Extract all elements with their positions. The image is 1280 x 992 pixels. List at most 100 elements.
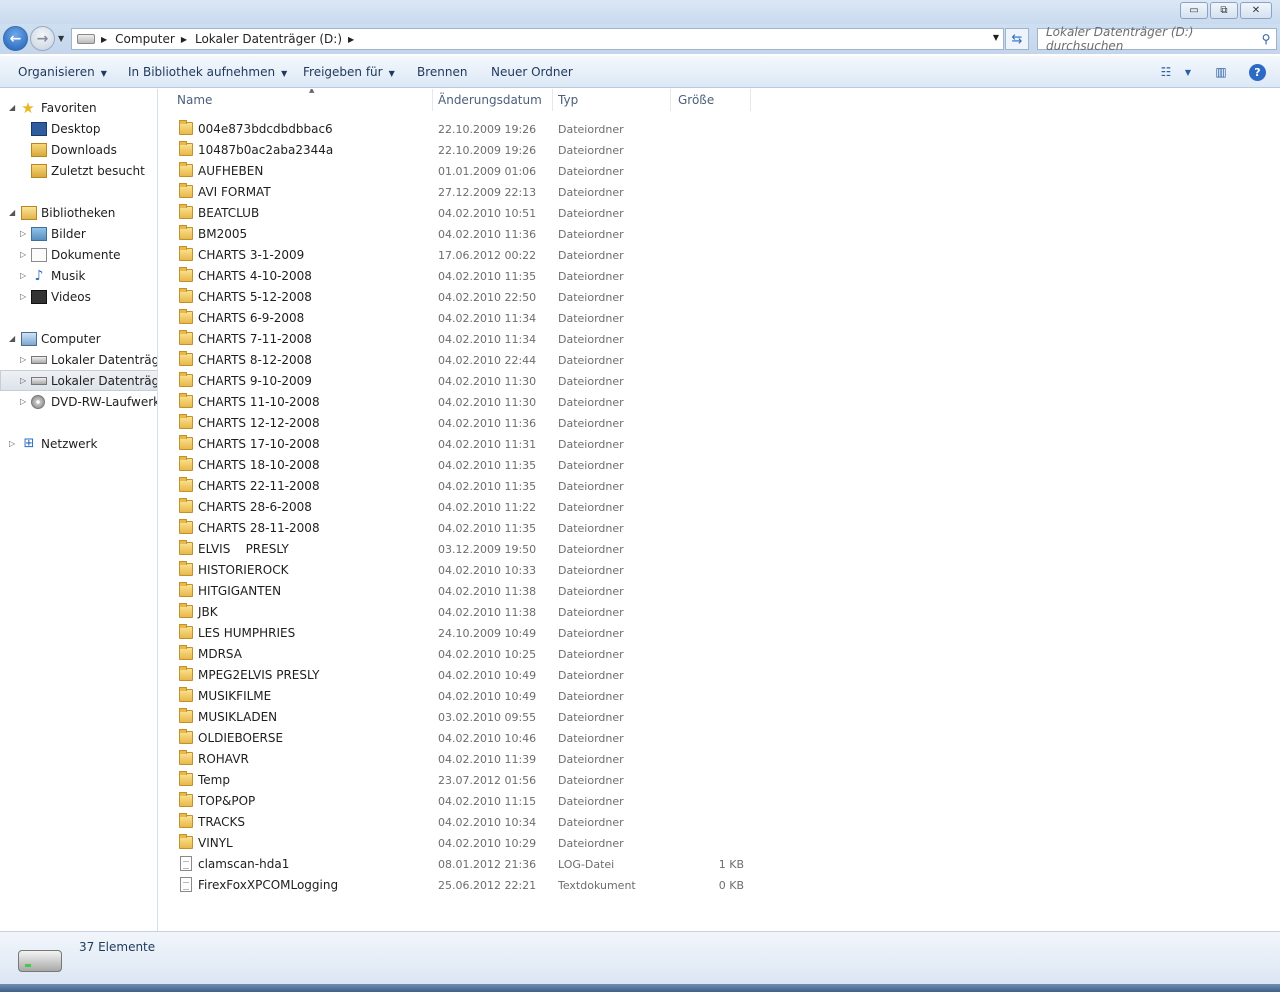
folder-row[interactable]: CHARTS 22-11-2008 04.02.2010 11:35 Dateior… xyxy=(174,476,754,497)
preview-pane-icon[interactable]: ▥ xyxy=(1211,63,1231,81)
folder-row[interactable]: ROHAVR 04.02.2010 11:39 Dateiordner xyxy=(174,749,754,770)
maximize-button[interactable]: ⧉ xyxy=(1210,2,1238,19)
folder-row[interactable]: CHARTS 28-6-2008 04.02.2010 11:22 Dateiord… xyxy=(174,497,754,518)
folder-row[interactable]: OLDIEBOERSE 04.02.2010 10:46 Dateiordner xyxy=(174,728,754,749)
expand-icon[interactable]: ▷ xyxy=(20,355,26,364)
sidebar-item-dvd-drive[interactable]: ▷ DVD-RW-Laufwerk ( xyxy=(0,391,157,412)
help-icon[interactable]: ? xyxy=(1249,64,1266,81)
sidebar-item-label: Videos xyxy=(51,289,91,304)
new-folder-button[interactable]: Neuer Ordner xyxy=(491,65,573,79)
folder-row[interactable]: CHARTS 18-10-2008 04.02.2010 11:35 Dateior… xyxy=(174,455,754,476)
folder-row[interactable]: CHARTS 5-12-2008 04.02.2010 22:50 Dateiord… xyxy=(174,287,754,308)
folder-row[interactable]: BEATCLUB 04.02.2010 10:51 Dateiordner xyxy=(174,203,754,224)
folder-row[interactable]: CHARTS 7-11-2008 04.02.2010 11:34 Dateiord… xyxy=(174,329,754,350)
breadcrumb-drive-d[interactable]: Lokaler Datenträger (D:) xyxy=(195,32,342,46)
expand-icon[interactable]: ▷ xyxy=(20,271,26,280)
folder-row[interactable]: CHARTS 8-12-2008 04.02.2010 22:44 Dateiord… xyxy=(174,350,754,371)
folder-row[interactable]: JBK 04.02.2010 11:38 Dateiordner xyxy=(174,602,754,623)
file-name: 004e873bdcdbdbbac6 xyxy=(198,122,333,136)
back-button[interactable]: ← xyxy=(3,26,28,51)
folder-row[interactable]: Temp 23.07.2012 01:56 Dateiordner xyxy=(174,770,754,791)
expand-icon[interactable]: ▷ xyxy=(20,229,26,238)
column-header-name[interactable]: ▲ Name xyxy=(171,89,433,111)
expand-icon[interactable]: ▷ xyxy=(20,292,26,301)
column-header-size[interactable]: Größe xyxy=(671,89,751,111)
folder-row[interactable]: TRACKS 04.02.2010 10:34 Dateiordner xyxy=(174,812,754,833)
sidebar-item-downloads[interactable]: Downloads xyxy=(0,139,157,160)
sidebar-item-recent[interactable]: Zuletzt besucht xyxy=(0,160,157,181)
sidebar-item-computer[interactable]: ◢ Computer xyxy=(0,328,157,349)
chevron-right-icon[interactable]: ▶ xyxy=(181,35,187,44)
folder-row[interactable]: ELVIS PRESLY 03.12.2009 19:50 Dateiordner xyxy=(174,539,754,560)
breadcrumb-computer[interactable]: Computer xyxy=(115,32,175,46)
file-date: 04.02.2010 11:35 xyxy=(438,480,537,493)
folder-row[interactable]: VINYL 04.02.2010 10:29 Dateiordner xyxy=(174,833,754,854)
chevron-right-icon[interactable]: ▶ xyxy=(348,35,354,44)
sidebar-item-documents[interactable]: ▷ Dokumente xyxy=(0,244,157,265)
folder-row[interactable]: CHARTS 4-10-2008 04.02.2010 11:35 Dateiord… xyxy=(174,266,754,287)
file-name: MPEG2ELVIS PRESLY xyxy=(198,668,320,682)
sidebar-item-videos[interactable]: ▷ Videos xyxy=(0,286,157,307)
close-button[interactable]: ✕ xyxy=(1240,2,1272,19)
sidebar-item-local-disk-d[interactable]: ▷ Lokaler Datenträger xyxy=(0,370,157,391)
expand-icon[interactable]: ◢ xyxy=(9,334,15,343)
folder-row[interactable]: AVI FORMAT 27.12.2009 22:13 Dateiordner xyxy=(174,182,754,203)
folder-row[interactable]: CHARTS 17-10-2008 04.02.2010 11:31 Dateior… xyxy=(174,434,754,455)
sidebar-item-music[interactable]: ▷ ♪ Musik xyxy=(0,265,157,286)
address-bar[interactable]: ▶ Computer ▶ Lokaler Datenträger (D:) ▶ … xyxy=(71,28,1004,50)
forward-button[interactable]: → xyxy=(30,26,55,51)
folder-row[interactable]: CHARTS 28-11-2008 04.02.2010 11:35 Dateior… xyxy=(174,518,754,539)
expand-icon[interactable]: ▷ xyxy=(20,250,26,259)
folder-row[interactable]: CHARTS 6-9-2008 04.02.2010 11:34 Dateiordn… xyxy=(174,308,754,329)
column-header-date[interactable]: Änderungsdatum xyxy=(433,89,553,111)
folder-row[interactable]: MUSIKFILME 04.02.2010 10:49 Dateiordner xyxy=(174,686,754,707)
expand-icon[interactable]: ▷ xyxy=(20,397,26,406)
search-box[interactable]: Lokaler Datenträger (D:) durchsuchen ⚲ xyxy=(1037,25,1277,53)
folder-row[interactable]: TOP&POP 04.02.2010 11:15 Dateiordner xyxy=(174,791,754,812)
expand-icon[interactable]: ▷ xyxy=(9,439,15,448)
file-row[interactable]: clamscan-hda1 08.01.2012 21:36 LOG-Datei 1 … xyxy=(174,854,754,875)
sidebar-item-libraries[interactable]: ◢ Bibliotheken xyxy=(0,202,157,223)
column-header-type[interactable]: Typ xyxy=(553,89,671,111)
share-with-button[interactable]: Freigeben für ▼ xyxy=(303,65,395,79)
file-row[interactable]: FirexFoxXPCOMLogging 25.06.2012 22:21 Text… xyxy=(174,875,754,896)
file-type: Dateiordner xyxy=(558,186,624,199)
folder-row[interactable]: CHARTS 11-10-2008 04.02.2010 11:30 Dateior… xyxy=(174,392,754,413)
address-history-dropdown[interactable]: ▼ xyxy=(993,33,999,42)
view-options-icon[interactable]: ☷ xyxy=(1156,63,1176,81)
sidebar-item-favorites[interactable]: ◢ ★ Favoriten xyxy=(0,97,157,118)
folder-row[interactable]: 10487b0ac2aba2344a 22.10.2009 19:26 Dateio… xyxy=(174,140,754,161)
network-icon: ⊞ xyxy=(23,436,35,451)
folder-row[interactable]: CHARTS 9-10-2009 04.02.2010 11:30 Dateiord… xyxy=(174,371,754,392)
folder-row[interactable]: BM2005 04.02.2010 11:36 Dateiordner xyxy=(174,224,754,245)
sidebar-item-desktop[interactable]: Desktop xyxy=(0,118,157,139)
folder-row[interactable]: MUSIKLADEN 03.02.2010 09:55 Dateiordner xyxy=(174,707,754,728)
organize-button[interactable]: Organisieren ▼ xyxy=(18,65,107,79)
expand-icon[interactable]: ▷ xyxy=(20,376,26,385)
search-input[interactable]: Lokaler Datenträger (D:) durchsuchen xyxy=(1046,25,1256,53)
expand-icon[interactable]: ◢ xyxy=(9,103,15,112)
folder-row[interactable]: MPEG2ELVIS PRESLY 04.02.2010 10:49 Dateior… xyxy=(174,665,754,686)
sidebar-item-local-disk-c[interactable]: ▷ Lokaler Datenträger xyxy=(0,349,157,370)
folder-row[interactable]: LES HUMPHRIES 24.10.2009 10:49 Dateiordner xyxy=(174,623,754,644)
expand-icon[interactable]: ◢ xyxy=(9,208,15,217)
chevron-down-icon[interactable]: ▼ xyxy=(1178,63,1198,81)
minimize-button[interactable]: ▭ xyxy=(1180,2,1208,19)
folder-row[interactable]: CHARTS 3-1-2009 17.06.2012 00:22 Dateiordn… xyxy=(174,245,754,266)
folder-row[interactable]: HISTORIEROCK 04.02.2010 10:33 Dateiordner xyxy=(174,560,754,581)
search-icon[interactable]: ⚲ xyxy=(1256,32,1276,46)
include-in-library-button[interactable]: In Bibliothek aufnehmen ▼ xyxy=(128,65,287,79)
folder-row[interactable]: 004e873bdcdbdbbac6 22.10.2009 19:26 Dateio… xyxy=(174,119,754,140)
refresh-button[interactable]: ⇆ xyxy=(1005,28,1029,50)
folder-icon xyxy=(179,120,193,135)
sidebar-item-network[interactable]: ▷ ⊞ Netzwerk xyxy=(0,433,157,454)
folder-icon xyxy=(179,624,193,639)
folder-row[interactable]: AUFHEBEN 01.01.2009 01:06 Dateiordner xyxy=(174,161,754,182)
folder-row[interactable]: HITGIGANTEN 04.02.2010 11:38 Dateiordner xyxy=(174,581,754,602)
folder-row[interactable]: MDRSA 04.02.2010 10:25 Dateiordner xyxy=(174,644,754,665)
burn-button[interactable]: Brennen xyxy=(417,65,467,79)
chevron-right-icon[interactable]: ▶ xyxy=(101,35,107,44)
folder-row[interactable]: CHARTS 12-12-2008 04.02.2010 11:36 Dateior… xyxy=(174,413,754,434)
recent-pages-dropdown[interactable]: ▼ xyxy=(58,34,64,43)
sidebar-item-pictures[interactable]: ▷ Bilder xyxy=(0,223,157,244)
